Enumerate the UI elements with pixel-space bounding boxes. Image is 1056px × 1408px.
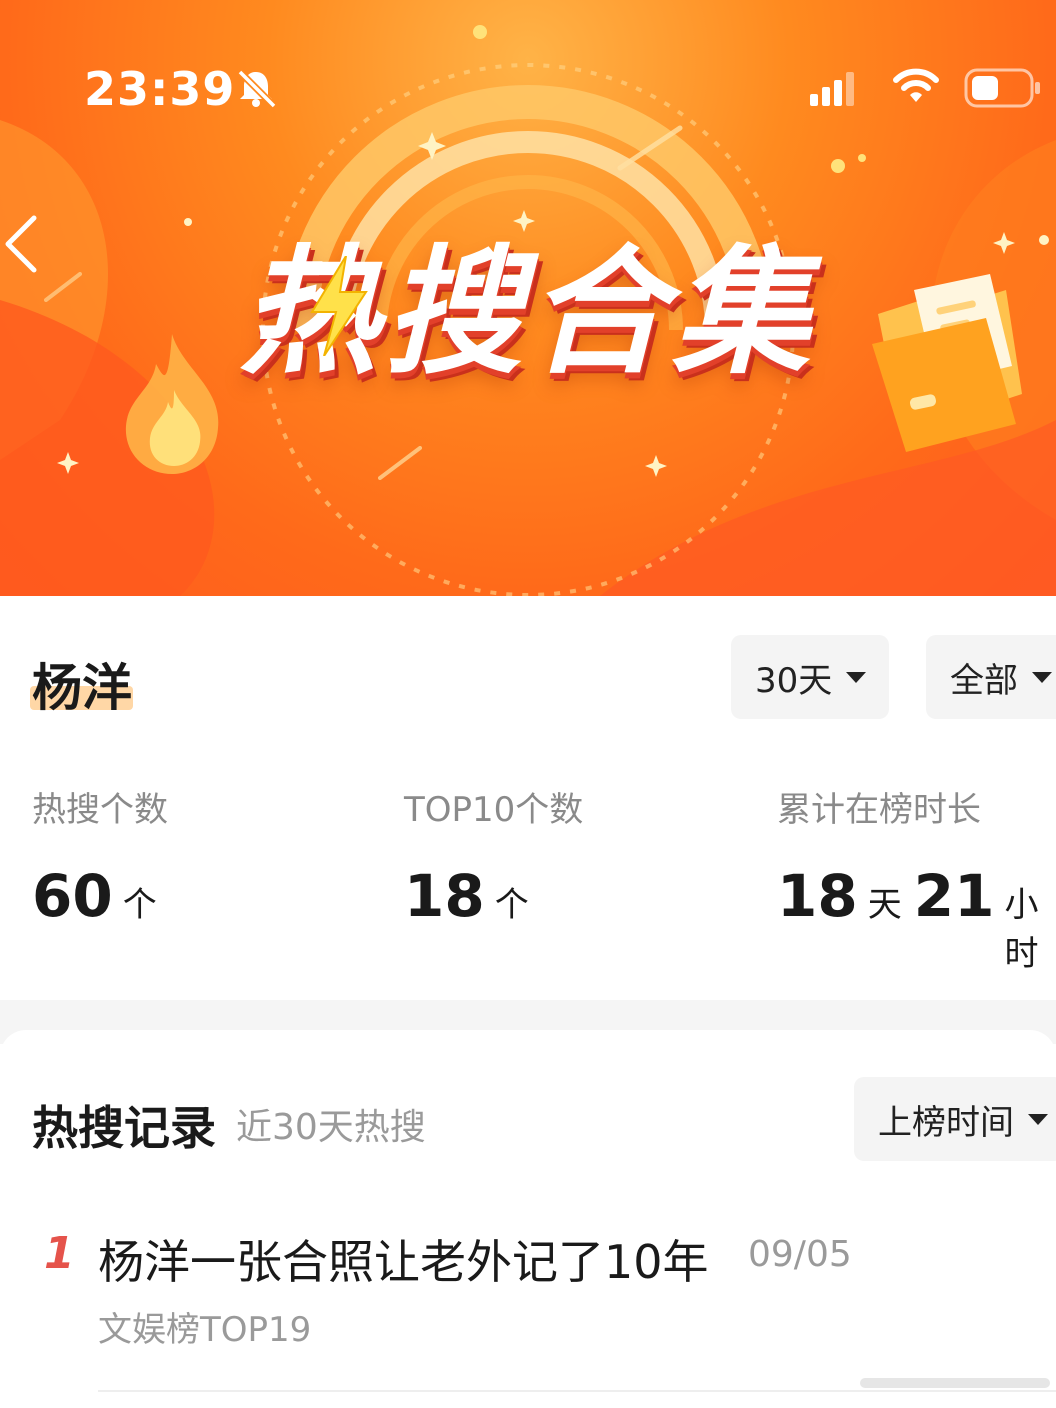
stat-number: 18 [404, 862, 485, 930]
records-subtitle: 近30天热搜 [236, 1107, 426, 1148]
battery-icon [964, 68, 1040, 108]
person-name: 杨洋 [32, 659, 132, 717]
stat-number: 60 [32, 862, 113, 930]
days-filter-dropdown[interactable]: 30天 [731, 635, 889, 719]
stat-unit: 个 [494, 885, 529, 925]
scope-filter-label: 全部 [950, 660, 1018, 701]
stat-value-duration: 18 天 21 小时 [777, 862, 1056, 975]
chevron-left-icon[interactable] [2, 214, 42, 274]
stat-number-days: 18 [777, 862, 858, 930]
bell-off-icon [237, 69, 277, 109]
item-tag: 文娱榜TOP19 [98, 1310, 312, 1350]
records-title: 热搜记录 [32, 1101, 216, 1155]
days-filter-label: 30天 [755, 660, 833, 701]
stat-label-top10: TOP10个数 [404, 790, 584, 830]
item-title[interactable]: 杨洋一张合照让老外记了10年 [98, 1226, 709, 1292]
stat-value-top10: 18 个 [404, 862, 541, 930]
status-time: 23:39 [84, 62, 236, 116]
item-divider [98, 1390, 1056, 1392]
stat-value-count: 60 个 [32, 862, 169, 930]
item-date: 09/05 [748, 1234, 852, 1275]
home-indicator [860, 1378, 1050, 1388]
signal-icon [810, 72, 854, 106]
stat-unit-days: 天 [867, 885, 902, 925]
scope-filter-dropdown[interactable]: 全部 [926, 635, 1056, 719]
folder-icon [872, 274, 1022, 452]
stat-number-hours: 21 [913, 862, 995, 930]
sort-label: 上榜时间 [878, 1102, 1014, 1143]
sort-dropdown[interactable]: 上榜时间 [854, 1077, 1056, 1161]
rank-number: 1 [44, 1228, 75, 1279]
stat-unit-hours: 小时 [1004, 885, 1039, 974]
stat-unit: 个 [122, 885, 157, 925]
caret-down-icon [1032, 671, 1052, 683]
caret-down-icon [1028, 1113, 1048, 1125]
stat-label-count: 热搜个数 [32, 790, 168, 830]
wifi-icon [893, 68, 939, 102]
lightning-icon [310, 256, 368, 356]
flame-icon [125, 334, 219, 474]
stat-label-duration: 累计在榜时长 [777, 790, 981, 830]
hero-banner: 23:39 热搜合集 [0, 0, 1056, 596]
caret-down-icon [846, 671, 867, 683]
